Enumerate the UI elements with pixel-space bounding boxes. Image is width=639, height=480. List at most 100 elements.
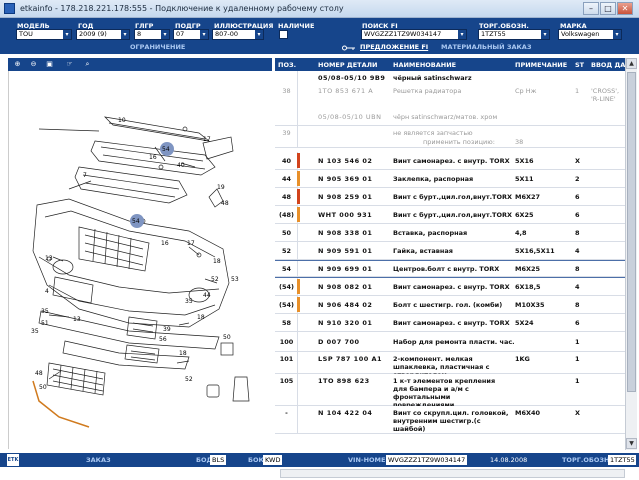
column-header-qty[interactable]: ST xyxy=(575,61,584,69)
callout-label: 18 xyxy=(197,314,205,321)
part-name: Винт с бурт.,цил.гол,внут.TORX xyxy=(393,193,513,201)
position: 50 xyxy=(281,229,292,237)
part-qty: 6 xyxy=(575,193,580,201)
window-title: etkainfo - 178.218.221.178:555 - Подключ… xyxy=(20,4,344,13)
table-row[interactable]: 44 N 905 369 01 Заклепка, распорная 5X11… xyxy=(275,170,625,188)
column-header-pos[interactable]: ПОЗ. xyxy=(278,61,296,69)
part-note: M6X27 xyxy=(515,193,541,201)
position: (48) xyxy=(279,211,294,219)
model-select[interactable]: TOU ▾ xyxy=(16,29,72,40)
table-row[interactable]: 39 не является запчастью применить позиц… xyxy=(275,126,625,148)
part-note: 5X16,5X11 xyxy=(515,247,555,255)
restriction-link[interactable]: ОГРАНИЧЕНИЕ xyxy=(130,43,185,51)
part-name: Винт самонарез. с внутр. TORX xyxy=(393,157,510,165)
table-row[interactable]: 05/08-05/10 UBN чёрн satinschwarz/матов.… xyxy=(275,108,625,126)
callout-label: 48 xyxy=(221,200,229,207)
callout-label: 39 xyxy=(163,326,171,333)
table-row[interactable]: 05/08-05/10 9B9 чёрный satinschwarz xyxy=(275,71,625,84)
position: 58 xyxy=(281,319,292,327)
column-header-name[interactable]: НАИМЕНОВАНИЕ xyxy=(393,61,456,69)
table-row-selected[interactable]: 54 N 909 699 01 Центров.болт с внутр. TO… xyxy=(275,260,625,278)
callout-label[interactable]: 54 xyxy=(132,218,140,225)
table-row[interactable]: 50 N 908 338 01 Вставка, распорная 4,8 8 xyxy=(275,224,625,242)
fit-icon[interactable]: ▣ xyxy=(44,59,55,70)
part-qty: 1 xyxy=(575,377,580,385)
subgroup-select[interactable]: 07 ▾ xyxy=(173,29,209,40)
table-row[interactable]: - N 104 422 04 Винт со скрупл.цил. голов… xyxy=(275,406,625,434)
position: 39 xyxy=(282,129,291,137)
pan-icon[interactable]: ☞ xyxy=(64,59,75,70)
fi-offer-link[interactable]: ПРЕДЛОЖЕНИЕ FI xyxy=(360,43,428,51)
zoom-out-icon[interactable]: ⊖ xyxy=(28,59,39,70)
part-note: 1KG xyxy=(515,355,530,363)
brand-select[interactable]: Volkswagen ▾ xyxy=(558,29,622,40)
callout-label: 17 xyxy=(203,136,211,143)
part-name: Винт со скрупл.цил. головкой, внутренним… xyxy=(393,409,509,433)
part-note: M10X35 xyxy=(515,301,545,309)
part-name: Винт самонарез. с внутр. TORX xyxy=(393,283,510,291)
close-button[interactable]: ✕ xyxy=(617,2,633,15)
illustration-toolbar: ⊕ ⊖ ▣ ☞ ⌕ xyxy=(8,58,272,71)
position: 105 xyxy=(279,377,294,385)
part-note: M6X25 xyxy=(515,265,541,273)
part-number: N 103 546 02 xyxy=(318,157,373,165)
chevron-down-icon: ▾ xyxy=(255,30,263,39)
scroll-up-icon[interactable]: ▲ xyxy=(626,58,637,69)
year-select[interactable]: 2009 (9) ▾ xyxy=(76,29,130,40)
part-note: Cp Нж xyxy=(515,87,537,95)
callout-label[interactable]: 54 xyxy=(162,146,170,153)
part-note: 5X24 xyxy=(515,319,534,327)
part-qty: 2 xyxy=(575,175,580,183)
callout-label: 7 xyxy=(83,172,87,179)
minimize-button[interactable]: – xyxy=(583,2,599,15)
table-row[interactable]: 48 N 908 259 01 Винт с бурт.,цил.гол,вну… xyxy=(275,188,625,206)
bumper-exploded-drawing: 10 7 54 16 40 13 17 18 16 54 52 53 44 4 … xyxy=(31,116,250,428)
part-number: N 905 369 01 xyxy=(318,175,373,183)
callout-label: 17 xyxy=(187,240,195,247)
availability-checkbox[interactable] xyxy=(279,30,288,39)
illustration-select[interactable]: 807-00 ▾ xyxy=(212,29,264,40)
table-horizontal-scrollbar[interactable] xyxy=(280,469,625,478)
parts-illustration[interactable]: 10 7 54 16 40 13 17 18 16 54 52 53 44 4 … xyxy=(8,71,272,449)
column-header-input[interactable]: ВВОД ДА xyxy=(591,61,625,69)
part-qty: X xyxy=(575,157,581,165)
bod-value: BLS xyxy=(210,455,227,465)
table-row[interactable]: 100 D 007 700 Набор для ремонта пласти. … xyxy=(275,332,625,352)
scroll-down-icon[interactable]: ▼ xyxy=(626,438,637,449)
table-vertical-scrollbar[interactable]: ▲ ▼ xyxy=(625,58,637,450)
part-name: 1 к-т элементов крепления для бампера и … xyxy=(393,377,496,409)
table-row[interactable]: 40 N 103 546 02 Винт самонарез. с внутр.… xyxy=(275,152,625,170)
part-number: D 007 700 xyxy=(318,338,360,346)
order-link[interactable]: ЗАКАЗ xyxy=(86,456,111,464)
table-row[interactable]: 105 1TO 898 623 1 к-т элементов креплени… xyxy=(275,374,625,409)
part-note: 6X25 xyxy=(515,211,534,219)
magnifier-icon[interactable]: ⌕ xyxy=(82,59,93,70)
part-number: 1TO 853 671 A xyxy=(318,87,374,95)
chevron-down-icon: ▾ xyxy=(200,30,208,39)
position: 48 xyxy=(281,193,292,201)
column-header-note[interactable]: ПРИМЕЧАНИЕ xyxy=(515,61,567,69)
chevron-down-icon: ▾ xyxy=(161,30,169,39)
part-qty: 6 xyxy=(575,319,580,327)
material-order-link[interactable]: МАТЕРИАЛЬНЫЙ ЗАКАЗ xyxy=(441,43,531,51)
table-row[interactable]: 38 1TO 853 671 A Решетка радиатора Cp Нж… xyxy=(275,84,625,108)
chevron-down-icon: ▾ xyxy=(63,30,71,39)
position: 52 xyxy=(281,247,292,255)
trade-designation-input[interactable]: 1TZT55 ▾ xyxy=(478,29,550,40)
callout-label: 48 xyxy=(35,370,43,377)
window-title-bar: etkainfo - 178.218.221.178:555 - Подключ… xyxy=(0,0,639,18)
table-row[interactable]: 101 LSP 787 100 A1 2-компонент. мелкая ш… xyxy=(275,352,625,379)
scroll-thumb[interactable] xyxy=(627,72,636,392)
maximize-button[interactable]: □ xyxy=(600,2,616,15)
table-row[interactable]: (48) WHT 000 931 Винт с бурт.,цил.гол,вн… xyxy=(275,206,625,224)
main-group-select[interactable]: 8 ▾ xyxy=(134,29,170,40)
table-row[interactable]: (54) N 908 082 01 Винт самонарез. с внут… xyxy=(275,278,625,296)
column-header-part-number[interactable]: НОМЕР ДЕТАЛИ xyxy=(318,61,377,69)
search-fi-input[interactable]: WVGZZZ1TZ9W034147 ▾ xyxy=(361,29,467,40)
table-row[interactable]: (54) N 906 484 02 Болт с шестигр. гол. (… xyxy=(275,296,625,314)
part-number: LSP 787 100 A1 xyxy=(318,355,383,363)
zoom-in-icon[interactable]: ⊕ xyxy=(12,59,23,70)
table-row[interactable]: 52 N 909 591 01 Гайка, вставная 5X16,5X1… xyxy=(275,242,625,260)
table-row[interactable]: 58 N 910 320 01 Винт самонарез. с внутр.… xyxy=(275,314,625,332)
callout-label: 35 xyxy=(31,328,39,335)
